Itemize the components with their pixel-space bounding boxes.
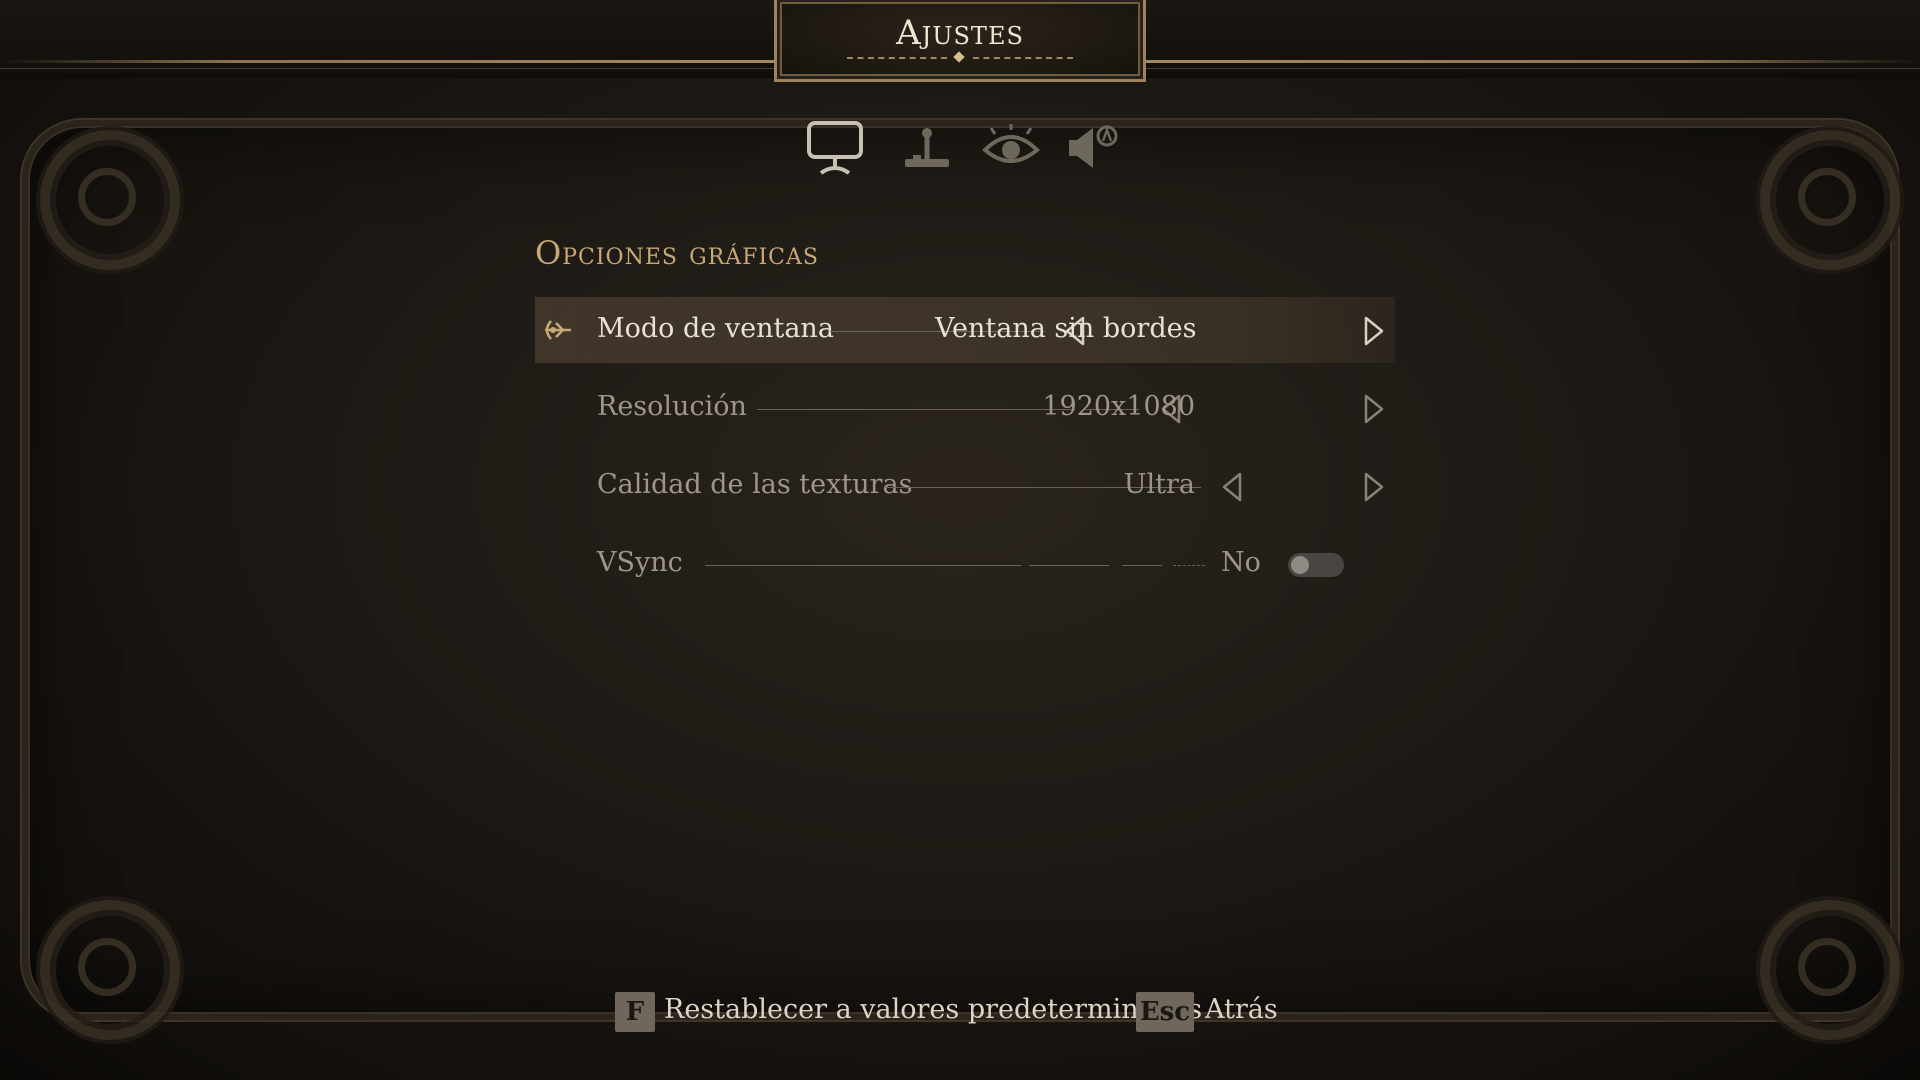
setting-value: No bbox=[1221, 547, 1261, 578]
header-rule-left bbox=[0, 60, 776, 63]
reset-key-badge: F bbox=[615, 992, 655, 1032]
frame-ornament-top-left bbox=[40, 130, 180, 270]
reset-defaults-button[interactable]: Restablecer a valores predeterminados bbox=[664, 994, 1202, 1025]
footer-hints: F Restablecer a valores predeterminados … bbox=[0, 990, 1920, 1034]
setting-label: Calidad de las texturas bbox=[597, 469, 913, 500]
header-rule-right bbox=[1144, 60, 1920, 63]
back-key-badge: Esc bbox=[1136, 992, 1194, 1032]
tab-graphics[interactable] bbox=[800, 112, 870, 182]
eye-icon bbox=[982, 124, 1040, 163]
setting-label: Resolución bbox=[597, 391, 747, 422]
row-divider bbox=[705, 565, 1021, 566]
setting-row-texture-quality[interactable]: Calidad de las texturas Ultra bbox=[535, 453, 1395, 519]
setting-row-resolution[interactable]: Resolución 1920x1080 bbox=[535, 375, 1395, 441]
monitor-icon bbox=[807, 121, 863, 175]
joystick-icon bbox=[905, 128, 949, 167]
setting-value: Ventana sin bordes bbox=[935, 313, 1197, 344]
speaker-icon bbox=[1069, 125, 1118, 168]
arrow-left-icon[interactable] bbox=[1219, 471, 1245, 503]
title-rule-left bbox=[847, 57, 947, 60]
row-divider-segment bbox=[1122, 565, 1162, 566]
setting-row-window-mode[interactable]: Modo de ventana Ventana sin bordes bbox=[535, 297, 1395, 363]
toggle-knob bbox=[1291, 556, 1309, 574]
section-title: Opciones gráficas bbox=[535, 234, 819, 272]
setting-value: Ultra bbox=[1123, 469, 1195, 500]
row-divider-segment bbox=[1029, 565, 1109, 566]
setting-value: 1920x1080 bbox=[1042, 391, 1195, 422]
vsync-toggle[interactable] bbox=[1288, 553, 1344, 577]
back-button[interactable]: Atrás bbox=[1205, 994, 1278, 1025]
title-plate: Ajustes bbox=[774, 0, 1146, 82]
arrow-right-icon[interactable] bbox=[1361, 315, 1387, 347]
page-title: Ajustes bbox=[896, 13, 1024, 53]
setting-label: Modo de ventana bbox=[597, 313, 834, 344]
row-divider-segment bbox=[1173, 565, 1205, 567]
setting-label: VSync bbox=[597, 547, 683, 578]
tab-display[interactable] bbox=[976, 112, 1046, 182]
tab-audio[interactable] bbox=[1058, 112, 1128, 182]
selection-cursor-icon bbox=[545, 320, 571, 340]
arrow-right-icon[interactable] bbox=[1361, 471, 1387, 503]
frame-ornament-top-right bbox=[1760, 130, 1900, 270]
setting-row-vsync[interactable]: VSync No bbox=[535, 531, 1395, 597]
tab-controls[interactable] bbox=[892, 112, 962, 182]
header-subrule-right bbox=[1144, 68, 1920, 69]
settings-screen: Ajustes Opciones gráficas Modo de ventan… bbox=[0, 0, 1920, 1080]
title-rule-right bbox=[973, 57, 1073, 60]
arrow-right-icon[interactable] bbox=[1361, 393, 1387, 425]
header-subrule-left bbox=[0, 68, 776, 69]
title-diamond bbox=[953, 51, 965, 63]
